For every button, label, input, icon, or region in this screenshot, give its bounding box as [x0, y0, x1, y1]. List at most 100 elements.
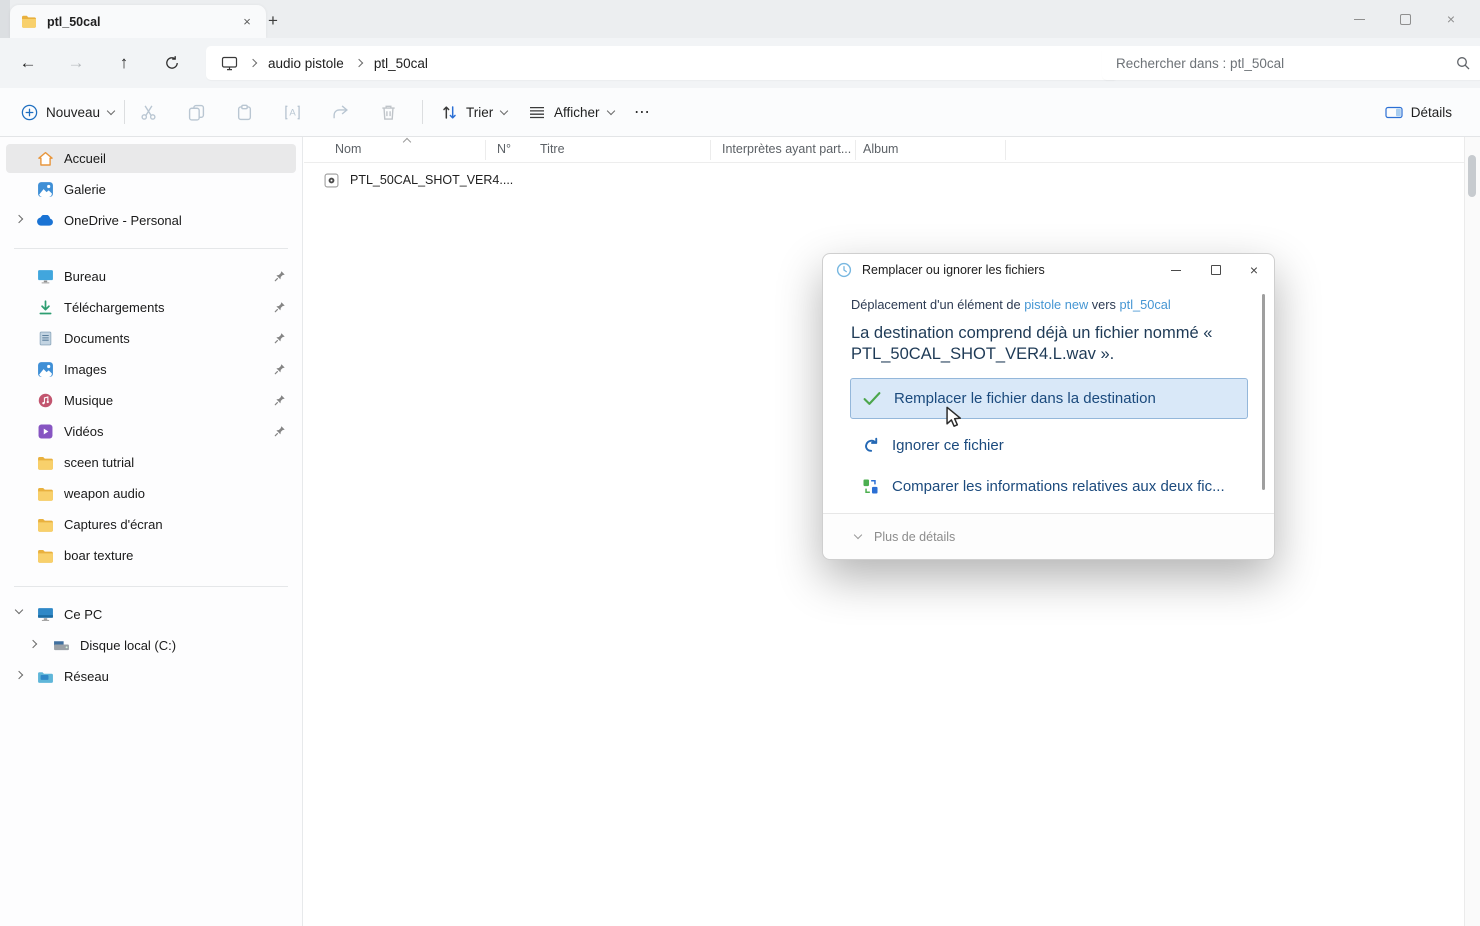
minimize-button[interactable]: [1336, 4, 1382, 34]
column-separator[interactable]: [710, 140, 711, 160]
expand-chevron-icon[interactable]: [29, 640, 37, 648]
column-separator[interactable]: [855, 140, 856, 160]
more-options-button[interactable]: ⋯: [626, 88, 659, 136]
videos-icon: [36, 423, 54, 441]
search-input[interactable]: [1114, 55, 1454, 72]
search-icon[interactable]: [1454, 54, 1472, 72]
sidebar-item-this-pc[interactable]: Ce PC: [6, 600, 296, 629]
pin-icon: [274, 394, 286, 409]
dialog-close-button[interactable]: ×: [1242, 259, 1266, 281]
delete-button[interactable]: [376, 100, 400, 124]
file-row[interactable]: PTL_50CAL_SHOT_VER4....: [322, 171, 513, 189]
sidebar-divider: [14, 248, 288, 249]
pin-icon: [274, 363, 286, 378]
folder-icon: [36, 454, 54, 472]
forward-button[interactable]: →: [58, 46, 94, 80]
maximize-button[interactable]: [1382, 4, 1428, 34]
sort-icon: [440, 103, 458, 121]
copy-button[interactable]: [184, 100, 208, 124]
view-button[interactable]: Afficher: [520, 88, 622, 136]
sidebar-item-downloads[interactable]: Téléchargements: [6, 293, 296, 322]
refresh-button[interactable]: [154, 46, 190, 80]
share-button[interactable]: [328, 100, 352, 124]
sidebar-item-network[interactable]: Réseau: [6, 662, 296, 691]
column-header-artists[interactable]: Interprètes ayant part...: [722, 142, 851, 156]
vertical-scrollbar[interactable]: [1464, 137, 1480, 926]
command-toolbar: Nouveau A Trier: [0, 88, 1480, 137]
explorer-tab[interactable]: ptl_50cal ×: [10, 5, 266, 38]
source-folder-link[interactable]: pistole new: [1024, 297, 1088, 312]
details-pane-label: Détails: [1411, 105, 1452, 120]
tab-close-button[interactable]: ×: [238, 14, 256, 29]
status-prefix: Déplacement d'un élément de: [851, 297, 1021, 312]
sidebar-item-label: Disque local (C:): [80, 638, 176, 653]
share-icon: [332, 104, 349, 121]
cut-button[interactable]: [136, 100, 160, 124]
sidebar-item-label: Accueil: [64, 151, 106, 166]
scrollbar-thumb[interactable]: [1468, 155, 1476, 197]
back-button[interactable]: ←: [10, 46, 46, 80]
view-list-icon: [528, 103, 546, 121]
dialog-title: Remplacer ou ignorer les fichiers: [862, 263, 1045, 277]
sidebar-item-label: Réseau: [64, 669, 109, 684]
destination-folder-link[interactable]: ptl_50cal: [1120, 297, 1171, 312]
breadcrumb[interactable]: audio pistole ptl_50cal: [206, 46, 1118, 80]
music-icon: [36, 392, 54, 410]
sidebar-item-folder[interactable]: weapon audio: [6, 479, 296, 508]
column-separator[interactable]: [1005, 140, 1006, 160]
more-details-toggle[interactable]: Plus de détails: [823, 513, 1274, 559]
sidebar-item-folder[interactable]: Captures d'écran: [6, 510, 296, 539]
plus-circle-icon: [20, 103, 38, 121]
sidebar-item-label: Documents: [64, 331, 130, 346]
sidebar-item-home[interactable]: Accueil: [6, 144, 296, 173]
paste-button[interactable]: [232, 100, 256, 124]
sidebar-item-onedrive[interactable]: OneDrive - Personal: [6, 206, 296, 235]
sort-button[interactable]: Trier: [432, 88, 515, 136]
column-header-album[interactable]: Album: [863, 142, 898, 156]
sidebar-item-music[interactable]: Musique: [6, 386, 296, 415]
sidebar-item-documents[interactable]: Documents: [6, 324, 296, 353]
details-pane-button[interactable]: Détails: [1377, 88, 1460, 136]
sidebar-item-pictures[interactable]: Images: [6, 355, 296, 384]
skip-file-option[interactable]: Ignorer ce fichier: [861, 432, 1004, 458]
column-header-title[interactable]: Titre: [540, 142, 565, 156]
dialog-scrollbar-thumb[interactable]: [1262, 294, 1265, 490]
sidebar-item-desktop[interactable]: Bureau: [6, 262, 296, 291]
column-header-number[interactable]: N°: [497, 142, 511, 156]
close-button[interactable]: ×: [1428, 4, 1474, 34]
pin-icon: [274, 301, 286, 316]
column-separator[interactable]: [485, 140, 486, 160]
column-header-name[interactable]: Nom: [335, 142, 361, 156]
expand-chevron-icon[interactable]: [15, 215, 23, 223]
expand-chevron-icon[interactable]: [15, 671, 23, 679]
dialog-body: Déplacement d'un élément de pistole new …: [823, 286, 1274, 513]
new-tab-button[interactable]: +: [258, 8, 288, 34]
sidebar-item-local-disk[interactable]: Disque local (C:): [6, 631, 296, 660]
new-button[interactable]: Nouveau: [12, 88, 122, 136]
compare-option-label: Comparer les informations relatives aux …: [892, 478, 1225, 495]
sidebar-item-folder[interactable]: boar texture: [6, 541, 296, 570]
sidebar-item-videos[interactable]: Vidéos: [6, 417, 296, 446]
replace-file-option[interactable]: Remplacer le fichier dans la destination: [850, 378, 1248, 419]
collapse-chevron-icon[interactable]: [15, 606, 23, 614]
dialog-minimize-button[interactable]: [1164, 259, 1188, 281]
trash-icon: [380, 104, 397, 121]
pin-icon: [274, 332, 286, 347]
file-name: PTL_50CAL_SHOT_VER4....: [350, 173, 513, 187]
details-pane-icon: [1385, 103, 1403, 121]
breadcrumb-item-parent[interactable]: audio pistole: [268, 56, 344, 71]
compare-files-option[interactable]: Comparer les informations relatives aux …: [861, 473, 1225, 499]
navigation-bar: ← → ↑ audio pistole ptl_50cal: [0, 38, 1480, 88]
home-icon: [36, 150, 54, 168]
rename-button[interactable]: A: [280, 100, 304, 124]
up-button[interactable]: ↑: [106, 46, 142, 80]
sidebar-item-label: Images: [64, 362, 107, 377]
toolbar-divider: [124, 100, 125, 124]
sort-button-label: Trier: [466, 105, 493, 120]
search-box[interactable]: [1102, 46, 1480, 80]
dialog-maximize-button[interactable]: [1204, 259, 1228, 281]
status-middle: vers: [1092, 297, 1116, 312]
breadcrumb-item-current[interactable]: ptl_50cal: [374, 56, 428, 71]
sidebar-item-gallery[interactable]: Galerie: [6, 175, 296, 204]
sidebar-item-folder[interactable]: sceen tutrial: [6, 448, 296, 477]
